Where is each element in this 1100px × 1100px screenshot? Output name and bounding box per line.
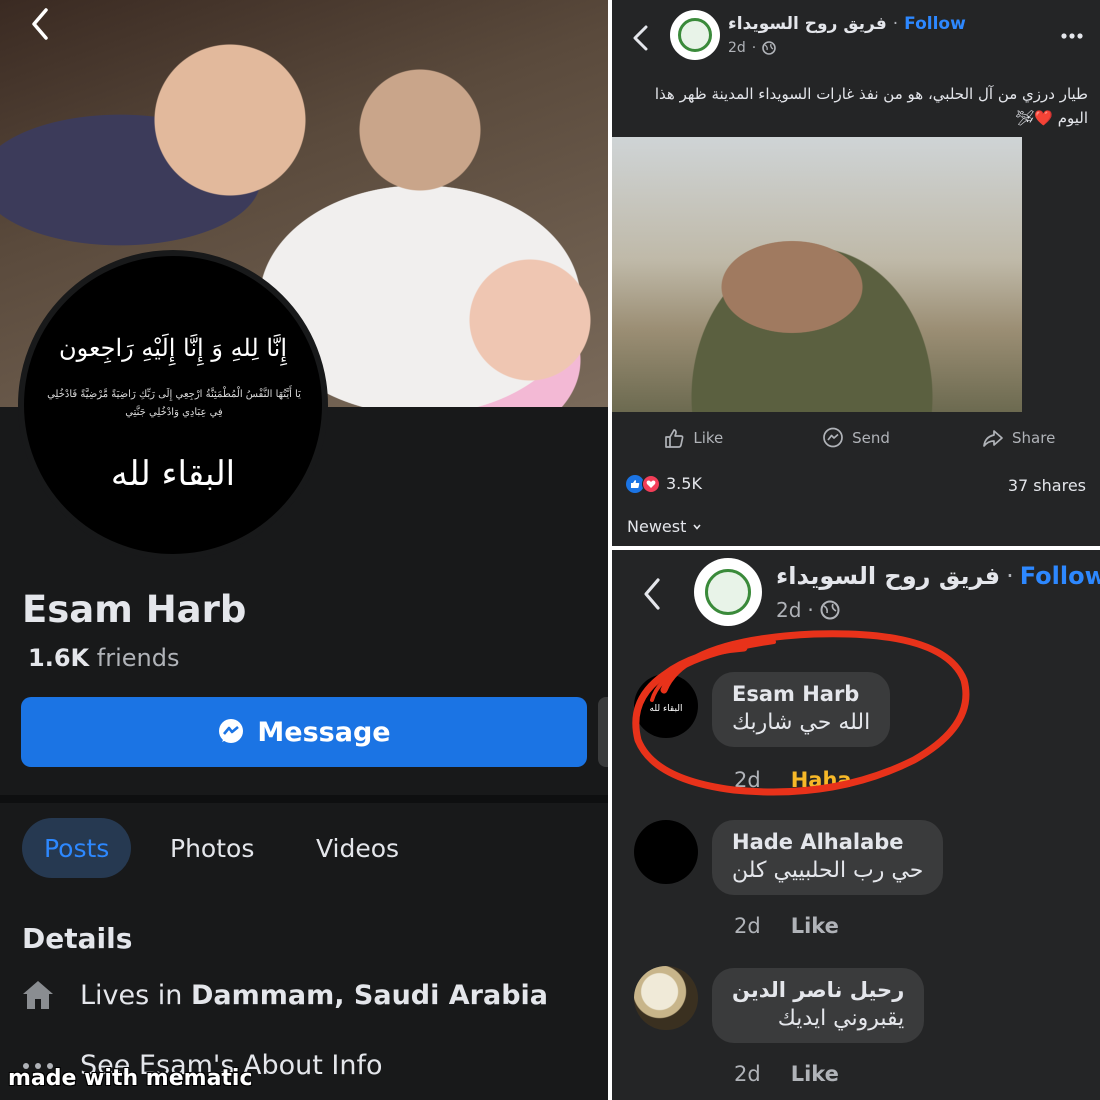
like-label: Like bbox=[693, 429, 724, 447]
more-options-icon[interactable] bbox=[1060, 32, 1084, 40]
friends-count[interactable]: 1.6K friends bbox=[28, 644, 179, 672]
sort-label: Newest bbox=[627, 517, 687, 536]
page-logo-icon bbox=[705, 569, 751, 615]
post-caption: طيار درزي من آل الحلبي، هو من نفذ غارات … bbox=[654, 85, 1088, 127]
back-icon[interactable] bbox=[630, 24, 652, 52]
name-separator: · bbox=[892, 14, 899, 34]
messenger-icon bbox=[823, 427, 843, 448]
avatar-verse-mid: يَا أَيَّتُهَا النَّفْسُ الْمُطْمَئِنَّة… bbox=[47, 389, 301, 418]
share-button[interactable]: Share bbox=[937, 420, 1100, 456]
globe-icon bbox=[762, 41, 777, 55]
page-name[interactable]: فريق روح السويداء bbox=[776, 562, 1000, 590]
watermark: made with mematic bbox=[8, 1066, 253, 1091]
share-icon bbox=[983, 430, 1003, 447]
comment-avatar[interactable] bbox=[634, 966, 698, 1030]
post-time[interactable]: 2d bbox=[728, 40, 746, 56]
comment-time[interactable]: 2d bbox=[734, 914, 761, 938]
post-photo[interactable] bbox=[612, 137, 1022, 412]
comment-time[interactable]: 2d bbox=[734, 1062, 761, 1086]
follow-button[interactable]: Follow bbox=[1020, 562, 1100, 590]
profile-avatar[interactable]: إِنَّا لِلهِ وَ إِنَّا إِلَيْهِ رَاجِعون… bbox=[18, 250, 328, 560]
share-label: Share bbox=[1012, 429, 1056, 447]
comment-like-button[interactable]: Like bbox=[791, 1062, 839, 1086]
lives-city[interactable]: Dammam, Saudi Arabia bbox=[191, 980, 548, 1011]
shares-count[interactable]: 37 shares bbox=[1008, 476, 1086, 495]
highlight-circle bbox=[632, 630, 970, 796]
page-logo-icon bbox=[678, 18, 712, 52]
comment-meta: 2d Like bbox=[734, 914, 839, 938]
post-time[interactable]: 2d bbox=[776, 598, 801, 622]
send-label: Send bbox=[852, 429, 890, 447]
reactions-count: 3.5K bbox=[666, 474, 702, 493]
comment-text: يقبروني ايديك bbox=[777, 1006, 905, 1031]
page-avatar[interactable] bbox=[694, 558, 762, 626]
post-actions: Like Send Share bbox=[612, 420, 1100, 456]
messenger-icon bbox=[219, 719, 244, 743]
post-meta: 2d · bbox=[728, 40, 777, 56]
follow-button[interactable]: Follow bbox=[904, 14, 966, 34]
avatar-verse-top: إِنَّا لِلهِ وَ إِنَّا إِلَيْهِ رَاجِعون bbox=[59, 334, 287, 362]
lives-in-row: Lives in Dammam, Saudi Arabia bbox=[20, 978, 548, 1012]
comment-meta: 2d Like bbox=[734, 1062, 839, 1086]
profile-panel: إِنَّا لِلهِ وَ إِنَّا إِلَيْهِ رَاجِعون… bbox=[0, 0, 608, 1100]
message-label: Message bbox=[257, 716, 391, 748]
friends-label: friends bbox=[96, 644, 180, 672]
globe-icon bbox=[820, 600, 840, 620]
post-panel: فريق روح السويداء · Follow 2d · طيار درز… bbox=[612, 0, 1100, 546]
love-reaction-icon bbox=[642, 474, 660, 493]
comment-author[interactable]: Hade Alhalabe bbox=[732, 830, 923, 854]
chevron-down-icon bbox=[693, 523, 701, 530]
tab-posts[interactable]: Posts bbox=[22, 818, 132, 878]
thumbs-up-icon bbox=[665, 429, 684, 448]
like-button[interactable]: Like bbox=[612, 420, 775, 456]
home-icon bbox=[23, 981, 53, 1009]
friends-number: 1.6K bbox=[28, 644, 90, 672]
comment-bubble[interactable]: Hade Alhalabe حي رب الحلبييي كلن bbox=[712, 820, 944, 895]
lives-prefix: Lives in bbox=[80, 979, 183, 1011]
time-separator: · bbox=[751, 40, 757, 56]
comment-bubble[interactable]: رحيل ناصر الدين يقبروني ايديك bbox=[712, 968, 925, 1043]
time-separator: · bbox=[807, 598, 814, 622]
page-avatar[interactable] bbox=[670, 10, 720, 60]
name-separator: · bbox=[1006, 562, 1014, 590]
comment-like-button[interactable]: Like bbox=[791, 914, 839, 938]
page-header: فريق روح السويداء · Follow bbox=[728, 14, 966, 34]
post-meta: 2d · bbox=[776, 598, 840, 622]
back-icon[interactable] bbox=[640, 576, 664, 612]
page-header: فريق روح السويداء · Follow bbox=[776, 562, 1100, 590]
send-button[interactable]: Send bbox=[775, 420, 938, 456]
more-button[interactable] bbox=[598, 697, 608, 767]
comment-avatar[interactable] bbox=[634, 820, 698, 884]
profile-name: Esam Harb bbox=[22, 588, 247, 631]
tab-photos[interactable]: Photos bbox=[148, 818, 276, 878]
details-heading: Details bbox=[22, 922, 133, 955]
avatar-verse-bottom: البقاء لله bbox=[110, 454, 236, 494]
reactions-summary[interactable]: 3.5K bbox=[626, 474, 702, 493]
page-name[interactable]: فريق روح السويداء bbox=[728, 14, 887, 34]
comment-text: حي رب الحلبييي كلن bbox=[732, 858, 924, 883]
tab-videos[interactable]: Videos bbox=[294, 818, 421, 878]
comment-author[interactable]: رحيل ناصر الدين bbox=[732, 978, 904, 1002]
comments-panel: فريق روح السويداء · Follow 2d · البقاء ل… bbox=[612, 550, 1100, 1100]
section-divider bbox=[0, 795, 608, 803]
message-button[interactable]: Message bbox=[21, 697, 587, 767]
sort-dropdown[interactable]: Newest bbox=[627, 517, 702, 536]
back-icon[interactable] bbox=[26, 6, 56, 42]
